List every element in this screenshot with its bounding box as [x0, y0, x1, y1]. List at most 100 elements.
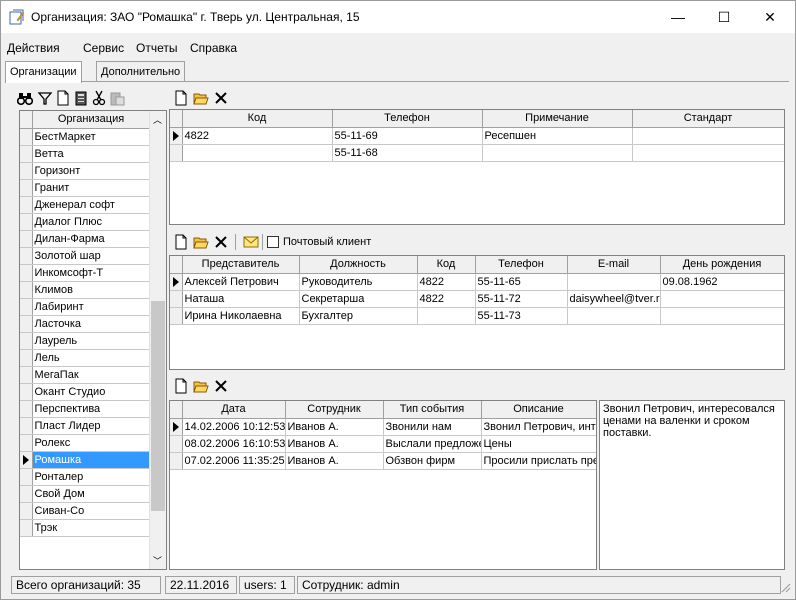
- window-title: Организация: ЗАО "Ромашка" г. Тверь ул. …: [31, 10, 360, 24]
- contacts-column-header[interactable]: Код: [417, 256, 476, 274]
- org-list-item[interactable]: Ветта: [20, 145, 151, 163]
- org-list-item[interactable]: Гранит: [20, 179, 151, 197]
- scroll-thumb[interactable]: [151, 301, 165, 511]
- org-list-item[interactable]: Пласт Лидер: [20, 417, 151, 435]
- new-document-icon[interactable]: [55, 90, 71, 106]
- org-list-item[interactable]: Трэк: [20, 519, 151, 537]
- scroll-down-icon[interactable]: ﹀: [153, 554, 162, 567]
- table-row[interactable]: Наташа Секретарша 4822 55-11-72 daisywheel@t…: [170, 290, 784, 308]
- org-list-item[interactable]: Диалог Плюс: [20, 213, 151, 231]
- table-cell: 55-11-65: [475, 273, 568, 291]
- row-indicator: [20, 400, 33, 418]
- phones-column-header[interactable]: Стандарт: [632, 110, 784, 128]
- scroll-up-icon[interactable]: ︿: [153, 113, 162, 126]
- contacts-column-header[interactable]: Телефон: [475, 256, 568, 274]
- org-list-item[interactable]: МегаПак: [20, 366, 151, 384]
- table-row[interactable]: Ирина Николаевна Бухгалтер 55-11-73: [170, 307, 784, 325]
- row-indicator: [170, 273, 183, 291]
- minimize-button[interactable]: —: [655, 1, 701, 33]
- resize-grip-icon[interactable]: [779, 581, 791, 593]
- events-column-header[interactable]: Дата: [182, 401, 286, 419]
- events-column-header[interactable]: Описание: [481, 401, 596, 419]
- table-cell: 4822: [182, 127, 333, 145]
- phones-column-header[interactable]: Телефон: [332, 110, 483, 128]
- delete-icon[interactable]: [213, 378, 229, 394]
- org-list-item[interactable]: Ролекс: [20, 434, 151, 452]
- org-name-cell: Лель: [32, 349, 151, 367]
- envelope-icon[interactable]: [243, 234, 259, 250]
- new-event-icon[interactable]: [173, 378, 189, 394]
- org-list-grid[interactable]: Организация БестМаркет Ветта Горизонт Грани…: [19, 110, 167, 570]
- event-description-memo[interactable]: Звонил Петрович, интересовался ценами на…: [599, 400, 785, 570]
- open-folder-icon[interactable]: [193, 234, 209, 250]
- org-name-cell: Сиван-Со: [32, 502, 151, 520]
- org-list-item[interactable]: Климов: [20, 281, 151, 299]
- maximize-button[interactable]: ☐: [701, 1, 747, 33]
- events-column-header[interactable]: Сотрудник: [285, 401, 384, 419]
- row-indicator: [170, 418, 183, 436]
- org-list-item[interactable]: Дженерал софт: [20, 196, 151, 214]
- org-name-cell: Ласточка: [32, 315, 151, 333]
- close-button[interactable]: ✕: [747, 1, 793, 33]
- org-list-item[interactable]: Перспектива: [20, 400, 151, 418]
- menu-bar: Действия Сервис Отчеты Справка: [1, 41, 795, 59]
- org-list-scrollbar[interactable]: ︿ ﹀: [149, 111, 166, 569]
- org-list-item[interactable]: Горизонт: [20, 162, 151, 180]
- binoculars-icon[interactable]: [17, 90, 33, 106]
- phones-grid[interactable]: Код Телефон Примечание Стандарт 4822 55-11-6…: [169, 109, 785, 225]
- org-list-item[interactable]: Ромашка: [20, 451, 151, 469]
- table-row[interactable]: 4822 55-11-69 Ресепшен: [170, 127, 784, 145]
- org-name-cell: МегаПак: [32, 366, 151, 384]
- contacts-column-header[interactable]: Должность: [299, 256, 418, 274]
- phones-column-header[interactable]: Примечание: [482, 110, 633, 128]
- table-cell: 4822: [417, 273, 476, 291]
- menu-service[interactable]: Сервис: [83, 41, 124, 55]
- menu-reports[interactable]: Отчеты: [136, 41, 177, 55]
- tab-additional[interactable]: Дополнительно: [96, 61, 186, 82]
- row-indicator: [170, 144, 183, 162]
- org-list-item[interactable]: БестМаркет: [20, 128, 151, 146]
- menu-actions[interactable]: Действия: [7, 41, 60, 55]
- org-list-item[interactable]: Лаурель: [20, 332, 151, 350]
- scissors-icon[interactable]: [91, 90, 107, 106]
- events-grid[interactable]: Дата Сотрудник Тип события Описание 14.02.2…: [169, 400, 597, 570]
- delete-icon[interactable]: [213, 234, 229, 250]
- filter-icon[interactable]: [37, 90, 53, 106]
- org-list-item[interactable]: Лабиринт: [20, 298, 151, 316]
- table-row[interactable]: 08.02.2006 16:10:53 Иванов А. Выслали пред…: [170, 435, 596, 453]
- menu-help[interactable]: Справка: [190, 41, 237, 55]
- table-row[interactable]: 14.02.2006 10:12:53 Иванов А. Звонили нам З…: [170, 418, 596, 436]
- table-row[interactable]: Алексей Петрович Руководитель 4822 55-11-65…: [170, 273, 784, 291]
- org-list-item[interactable]: Ронталер: [20, 468, 151, 486]
- tab-organizations[interactable]: Организации: [5, 61, 82, 83]
- org-list-item[interactable]: Окант Студио: [20, 383, 151, 401]
- org-list-item[interactable]: Инкомсофт-Т: [20, 264, 151, 282]
- org-list-item[interactable]: Дилан-Фарма: [20, 230, 151, 248]
- edit-document-icon[interactable]: [73, 90, 89, 106]
- org-column-header[interactable]: Организация: [32, 111, 151, 129]
- org-list-item[interactable]: Золотой шар: [20, 247, 151, 265]
- contacts-column-header[interactable]: Представитель: [182, 256, 300, 274]
- org-list-item[interactable]: Ласточка: [20, 315, 151, 333]
- contacts-column-header[interactable]: E-mail: [567, 256, 661, 274]
- new-phone-icon[interactable]: [173, 90, 189, 106]
- open-folder-icon[interactable]: [193, 378, 209, 394]
- org-list-item[interactable]: Лель: [20, 349, 151, 367]
- row-indicator: [20, 468, 33, 486]
- paste-icon[interactable]: [109, 90, 125, 106]
- table-row[interactable]: 07.02.2006 11:35:25 Иванов А. Обзвон фирм П…: [170, 452, 596, 470]
- table-cell: [632, 127, 784, 145]
- org-list-item[interactable]: Свой Дом: [20, 485, 151, 503]
- contacts-grid[interactable]: Представитель Должность Код Телефон E-mail Де…: [169, 255, 785, 370]
- mail-client-checkbox[interactable]: [267, 236, 279, 248]
- new-contact-icon[interactable]: [173, 234, 189, 250]
- row-indicator: [20, 332, 33, 350]
- open-folder-icon[interactable]: [193, 90, 209, 106]
- table-row[interactable]: 55-11-68: [170, 144, 784, 162]
- phones-column-header[interactable]: Код: [182, 110, 333, 128]
- events-column-header[interactable]: Тип события: [383, 401, 482, 419]
- row-indicator: [20, 383, 33, 401]
- contacts-column-header[interactable]: День рождения: [660, 256, 784, 274]
- delete-icon[interactable]: [213, 90, 229, 106]
- org-list-item[interactable]: Сиван-Со: [20, 502, 151, 520]
